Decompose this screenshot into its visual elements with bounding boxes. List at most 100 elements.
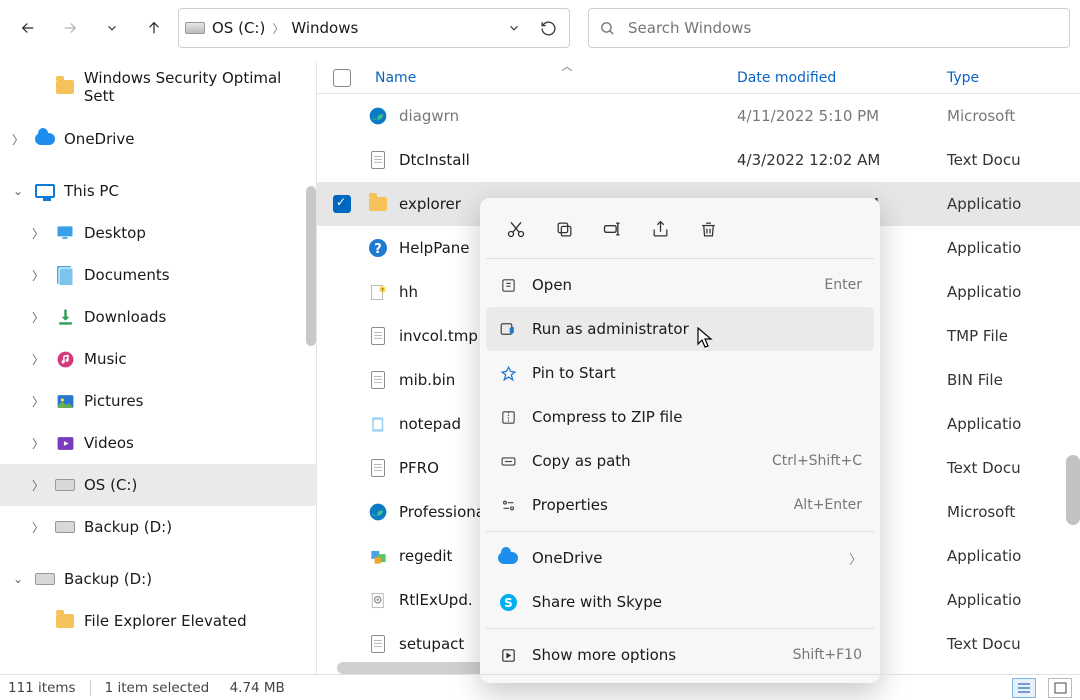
file-icon — [367, 545, 389, 567]
file-icon — [367, 325, 389, 347]
file-icon — [367, 457, 389, 479]
file-icon — [367, 633, 389, 655]
disk-icon — [55, 517, 75, 537]
rename-button[interactable] — [590, 209, 634, 249]
onedrive-icon — [498, 548, 518, 568]
sidebar-backup-child[interactable]: File Explorer Elevated — [0, 600, 316, 642]
navigation-pane: Windows Security Optimal Sett 〉 OneDrive… — [0, 62, 316, 676]
select-all-checkbox[interactable] — [333, 69, 351, 87]
monitor-icon — [35, 181, 55, 201]
search-input[interactable] — [626, 18, 1059, 38]
view-thumbnails-button[interactable] — [1048, 678, 1072, 698]
ctx-pin-to-start[interactable]: Pin to Start — [486, 351, 874, 395]
sidebar-item-pictures[interactable]: 〉Pictures — [0, 380, 316, 422]
file-icon — [367, 193, 389, 215]
pin-icon — [498, 363, 518, 383]
status-size: 4.74 MB — [230, 680, 285, 696]
sidebar-item-label: Windows Security Optimal Sett — [84, 69, 316, 105]
file-row[interactable]: diagwrn4/11/2022 5:10 PMMicrosoft — [317, 94, 1080, 138]
file-icon — [367, 413, 389, 435]
disk-icon — [185, 18, 205, 38]
sidebar-item-videos[interactable]: 〉Videos — [0, 422, 316, 464]
ctx-open[interactable]: OpenEnter — [486, 263, 874, 307]
sidebar-item-documents[interactable]: 〉Documents — [0, 254, 316, 296]
ctx-onedrive[interactable]: OneDrive〉 — [486, 536, 874, 580]
status-count: 111 items — [8, 680, 76, 696]
sidebar-item-backup-d-[interactable]: 〉Backup (D:) — [0, 506, 316, 548]
pictures-icon — [55, 391, 75, 411]
ctx-run-as-administrator[interactable]: Run as administrator — [486, 307, 874, 351]
ctx-compress-to-zip-file[interactable]: Compress to ZIP file — [486, 395, 874, 439]
file-icon — [367, 149, 389, 171]
disk-icon — [55, 475, 75, 495]
view-details-button[interactable] — [1012, 678, 1036, 698]
context-menu: OpenEnterRun as administratorPin to Star… — [480, 198, 880, 683]
file-icon — [367, 105, 389, 127]
search-box[interactable] — [588, 8, 1070, 48]
column-type[interactable]: Type — [947, 70, 1080, 86]
sidebar-item-label: OneDrive — [64, 130, 135, 148]
share-button[interactable] — [638, 209, 682, 249]
more-icon — [498, 645, 518, 665]
file-icon — [367, 369, 389, 391]
ctx-properties[interactable]: PropertiesAlt+Enter — [486, 483, 874, 527]
zip-icon — [498, 407, 518, 427]
breadcrumb-folder[interactable]: Windows — [288, 15, 361, 41]
ctx-show-more[interactable]: Show more options Shift+F10 — [486, 633, 874, 677]
file-icon: ? — [367, 281, 389, 303]
folder-icon — [55, 77, 75, 97]
forward-button[interactable] — [52, 10, 88, 46]
column-date[interactable]: Date modified — [737, 70, 947, 86]
file-icon: ? — [367, 237, 389, 259]
sidebar-backup-drive[interactable]: ⌄ Backup (D:) — [0, 558, 316, 600]
vertical-scrollbar[interactable] — [1066, 455, 1080, 525]
column-name[interactable]: Name — [367, 70, 737, 86]
skype-icon: S — [498, 592, 518, 612]
status-selection: 1 item selected — [105, 680, 210, 696]
cloud-icon — [35, 129, 55, 149]
sidebar-item-label: File Explorer Elevated — [84, 612, 247, 630]
sidebar-item-desktop[interactable]: 〉Desktop — [0, 212, 316, 254]
chevron-right-icon: 〉 — [849, 549, 862, 568]
svg-text:S: S — [504, 596, 513, 610]
path-icon — [498, 451, 518, 471]
file-icon — [367, 501, 389, 523]
downloads-icon — [55, 307, 75, 327]
sidebar-item-label: Backup (D:) — [64, 570, 152, 588]
recent-dropdown[interactable] — [94, 10, 130, 46]
ctx-copy-as-path[interactable]: Copy as pathCtrl+Shift+C — [486, 439, 874, 483]
back-button[interactable] — [10, 10, 46, 46]
folder-icon — [55, 611, 75, 631]
up-button[interactable] — [136, 10, 172, 46]
sidebar-pinned-item[interactable]: Windows Security Optimal Sett — [0, 66, 316, 108]
row-checkbox[interactable] — [333, 195, 351, 213]
sidebar-scrollbar[interactable] — [306, 186, 316, 346]
search-icon — [599, 20, 616, 37]
videos-icon — [55, 433, 75, 453]
delete-button[interactable] — [686, 209, 730, 249]
admin-icon — [498, 319, 518, 339]
refresh-button[interactable] — [533, 13, 563, 43]
copy-button[interactable] — [542, 209, 586, 249]
svg-text:?: ? — [374, 242, 382, 257]
address-bar[interactable]: OS (C:) 〉 Windows — [178, 8, 570, 48]
sidebar-item-os-c-[interactable]: 〉OS (C:) — [0, 464, 316, 506]
desktop-icon — [55, 223, 75, 243]
breadcrumb-drive[interactable]: OS (C:) — [209, 15, 268, 41]
documents-icon — [55, 265, 75, 285]
status-bar: 111 items 1 item selected 4.74 MB — [0, 674, 1080, 700]
sidebar-thispc[interactable]: ⌄ This PC — [0, 170, 316, 212]
open-icon — [498, 275, 518, 295]
props-icon — [498, 495, 518, 515]
sidebar-onedrive[interactable]: 〉 OneDrive — [0, 118, 316, 160]
disk-icon — [35, 569, 55, 589]
file-row[interactable]: DtcInstall4/3/2022 12:02 AMText Docu — [317, 138, 1080, 182]
sidebar-item-downloads[interactable]: 〉Downloads — [0, 296, 316, 338]
address-dropdown[interactable] — [499, 13, 529, 43]
ctx-share-with-skype[interactable]: SShare with Skype — [486, 580, 874, 624]
chevron-separator-icon: 〉 — [272, 20, 284, 37]
cut-button[interactable] — [494, 209, 538, 249]
file-icon — [367, 589, 389, 611]
sidebar-item-music[interactable]: 〉Music — [0, 338, 316, 380]
sidebar-item-label: This PC — [64, 182, 119, 200]
